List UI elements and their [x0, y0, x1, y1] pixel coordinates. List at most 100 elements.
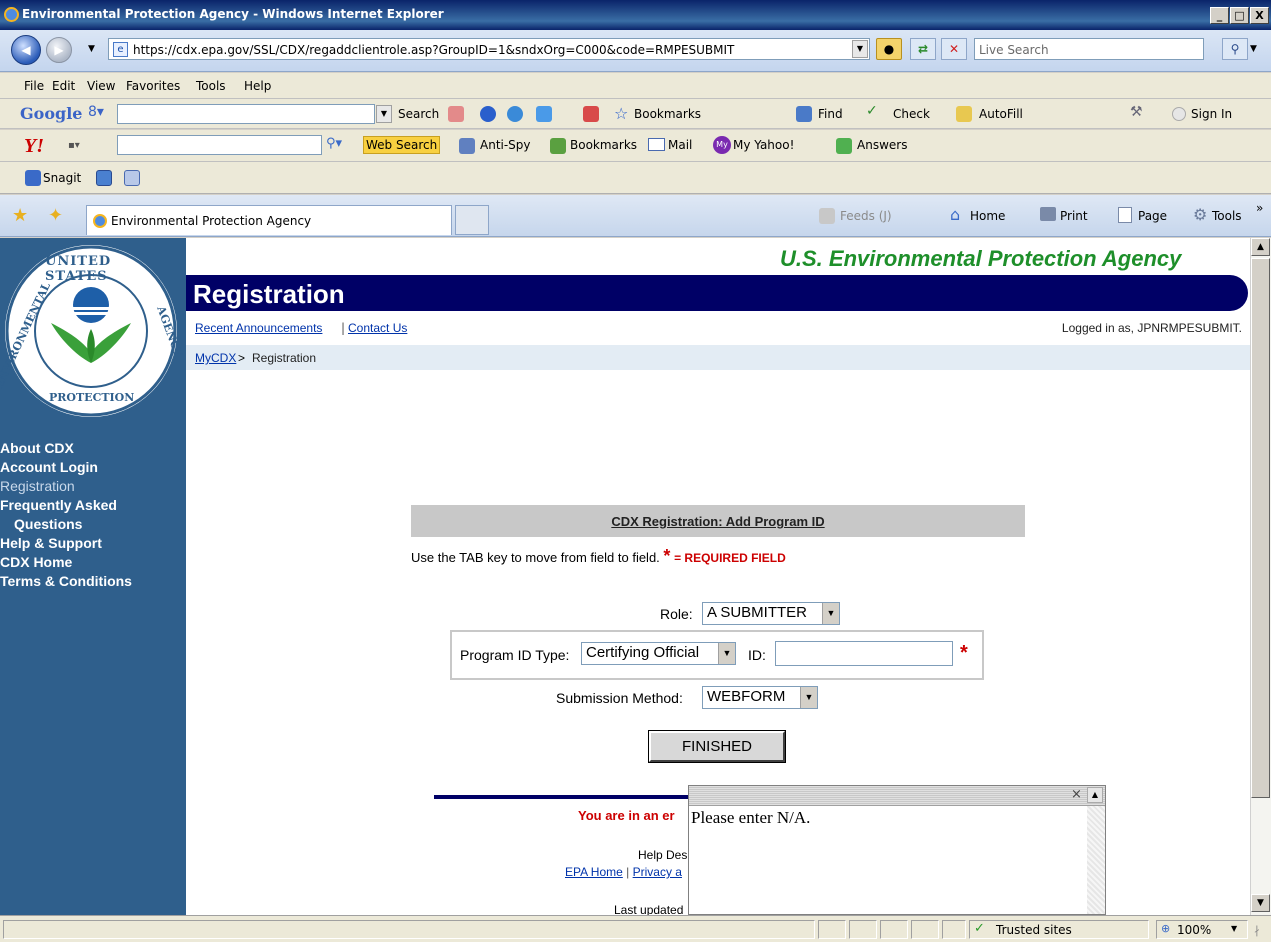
- nav-registration[interactable]: Registration: [0, 478, 75, 494]
- nav-cdx-home[interactable]: CDX Home: [0, 554, 72, 570]
- menu-tools[interactable]: Tools: [196, 79, 226, 93]
- yahoo-toolbar-menu-icon[interactable]: ▪▾: [68, 140, 80, 151]
- chevron-right-icon[interactable]: »: [1256, 201, 1263, 215]
- lock-icon[interactable]: ●: [876, 38, 902, 60]
- contact-us-link[interactable]: Contact Us: [348, 321, 407, 335]
- tab-active[interactable]: Environmental Protection Agency: [86, 205, 452, 235]
- live-search-input[interactable]: Live Search: [974, 38, 1204, 60]
- maximize-button[interactable]: □: [1230, 7, 1249, 24]
- home-button[interactable]: Home: [970, 209, 1005, 223]
- answers-button[interactable]: Answers: [857, 138, 907, 152]
- popup-scrollbar[interactable]: [1087, 806, 1105, 914]
- google-search-dropdown-icon[interactable]: ▼: [376, 105, 392, 123]
- page-menu-icon[interactable]: [1118, 207, 1132, 223]
- nav-account-login[interactable]: Account Login: [0, 459, 98, 475]
- breadcrumb-mycdx-link[interactable]: MyCDX: [195, 351, 236, 365]
- yahoo-logo-icon[interactable]: Y!: [24, 135, 44, 158]
- popup-titlebar[interactable]: × ▲: [689, 786, 1105, 806]
- snagit-button[interactable]: Snagit: [43, 171, 81, 185]
- zoom-cell[interactable]: ⊕ 100% ▼: [1156, 920, 1248, 939]
- wrench-icon[interactable]: ⚒: [1130, 104, 1143, 120]
- epa-home-link[interactable]: EPA Home: [565, 865, 623, 879]
- sign-in-button[interactable]: Sign In: [1191, 107, 1232, 121]
- submission-method-select[interactable]: WEBFORM ▼: [702, 686, 818, 709]
- mail-button[interactable]: Mail: [668, 138, 692, 152]
- page-scrollbar[interactable]: ▲ ▼: [1250, 238, 1271, 915]
- finished-button[interactable]: FINISHED: [649, 731, 785, 762]
- snagit-editor-icon[interactable]: [124, 170, 140, 186]
- yahoo-search-icon[interactable]: ⚲▾: [326, 136, 342, 151]
- popup-scroll-up-icon[interactable]: ▲: [1087, 787, 1103, 803]
- snagit-capture-icon[interactable]: [96, 170, 112, 186]
- menu-view[interactable]: View: [87, 79, 115, 93]
- menu-help[interactable]: Help: [244, 79, 271, 93]
- forward-button[interactable]: ▶: [46, 37, 72, 63]
- nav-help-support[interactable]: Help & Support: [0, 535, 102, 551]
- tools-button[interactable]: Tools: [1212, 209, 1242, 223]
- find-icon[interactable]: [796, 106, 812, 122]
- pagerank-icon[interactable]: [480, 106, 496, 122]
- search-icon[interactable]: ⚲: [1222, 38, 1248, 60]
- check-button[interactable]: Check: [893, 107, 930, 121]
- autofill-button[interactable]: AutoFill: [979, 107, 1023, 121]
- google-search-input[interactable]: [117, 104, 375, 124]
- id-input[interactable]: [775, 641, 953, 666]
- menu-edit[interactable]: Edit: [52, 79, 75, 93]
- google-bookmarks-button[interactable]: Bookmarks: [634, 107, 701, 121]
- role-select[interactable]: A SUBMITTER ▼: [702, 602, 840, 625]
- home-icon[interactable]: ⌂: [950, 205, 960, 224]
- program-id-type-select[interactable]: Certifying Official ▼: [581, 642, 736, 665]
- address-bar[interactable]: e https://cdx.epa.gov/SSL/CDX/regaddclie…: [108, 38, 870, 60]
- popup-blocker-icon[interactable]: [583, 106, 599, 122]
- scroll-down-button[interactable]: ▼: [1251, 894, 1270, 912]
- anti-spy-button[interactable]: Anti-Spy: [480, 138, 531, 152]
- help-popup[interactable]: × ▲ Please enter N/A.: [688, 785, 1106, 915]
- my-yahoo-button[interactable]: My Yahoo!: [733, 138, 794, 152]
- scroll-up-button[interactable]: ▲: [1251, 238, 1270, 256]
- nav-frequently-asked[interactable]: Frequently Asked: [0, 497, 117, 513]
- toolbar-icon[interactable]: [507, 106, 523, 122]
- feeds-icon[interactable]: [819, 208, 835, 224]
- scroll-thumb[interactable]: [1251, 258, 1270, 798]
- privacy-link[interactable]: Privacy a: [633, 865, 682, 879]
- page-button[interactable]: Page: [1138, 209, 1167, 223]
- google-menu-icon[interactable]: 8▾: [88, 104, 104, 120]
- security-zone-cell[interactable]: ✓ Trusted sites: [969, 920, 1149, 939]
- tools-gear-icon[interactable]: ⚙: [1193, 205, 1207, 224]
- menu-favorites[interactable]: Favorites: [126, 79, 180, 93]
- role-dropdown-icon[interactable]: ▼: [822, 603, 839, 624]
- back-button[interactable]: ◀: [11, 35, 41, 65]
- spellcheck-icon[interactable]: ✓: [866, 103, 878, 119]
- new-tab-button[interactable]: [455, 205, 489, 235]
- print-icon[interactable]: [1040, 207, 1056, 221]
- star-bookmarks-icon[interactable]: ☆: [614, 104, 628, 123]
- stop-icon[interactable]: ✕: [941, 38, 967, 60]
- web-search-button[interactable]: Web Search: [363, 136, 441, 154]
- news-icon[interactable]: [448, 106, 464, 122]
- google-search-button[interactable]: Search: [398, 107, 439, 121]
- nav-terms-conditions[interactable]: Terms & Conditions: [0, 573, 132, 589]
- submission-method-dropdown-icon[interactable]: ▼: [800, 687, 817, 708]
- favorites-star-icon[interactable]: ★: [12, 205, 28, 226]
- search-options-icon[interactable]: ▼: [1250, 44, 1257, 54]
- url-text[interactable]: https://cdx.epa.gov/SSL/CDX/regaddclient…: [133, 43, 734, 57]
- nav-about-cdx[interactable]: About CDX: [0, 440, 74, 456]
- recent-announcements-link[interactable]: Recent Announcements: [195, 321, 322, 335]
- zoom-dropdown-icon[interactable]: ▼: [1231, 924, 1237, 933]
- find-button[interactable]: Find: [818, 107, 843, 121]
- recent-pages-dropdown-icon[interactable]: ▼: [88, 44, 95, 54]
- autofill-icon[interactable]: [956, 106, 972, 122]
- add-favorites-icon[interactable]: ✦: [48, 205, 63, 226]
- nav-questions[interactable]: Questions: [14, 516, 82, 532]
- minimize-button[interactable]: _: [1210, 7, 1229, 24]
- yahoo-search-input[interactable]: [117, 135, 322, 155]
- resize-grip-icon[interactable]: ∤: [1254, 924, 1260, 937]
- menu-file[interactable]: File: [24, 79, 44, 93]
- refresh-icon[interactable]: ⇄: [910, 38, 936, 60]
- feeds-button[interactable]: Feeds (J): [840, 209, 892, 223]
- program-id-type-dropdown-icon[interactable]: ▼: [718, 643, 735, 664]
- yahoo-bookmarks-button[interactable]: Bookmarks: [570, 138, 637, 152]
- window-titlebar[interactable]: Environmental Protection Agency - Window…: [0, 0, 1271, 30]
- print-button[interactable]: Print: [1060, 209, 1088, 223]
- popup-close-icon[interactable]: ×: [1069, 787, 1084, 803]
